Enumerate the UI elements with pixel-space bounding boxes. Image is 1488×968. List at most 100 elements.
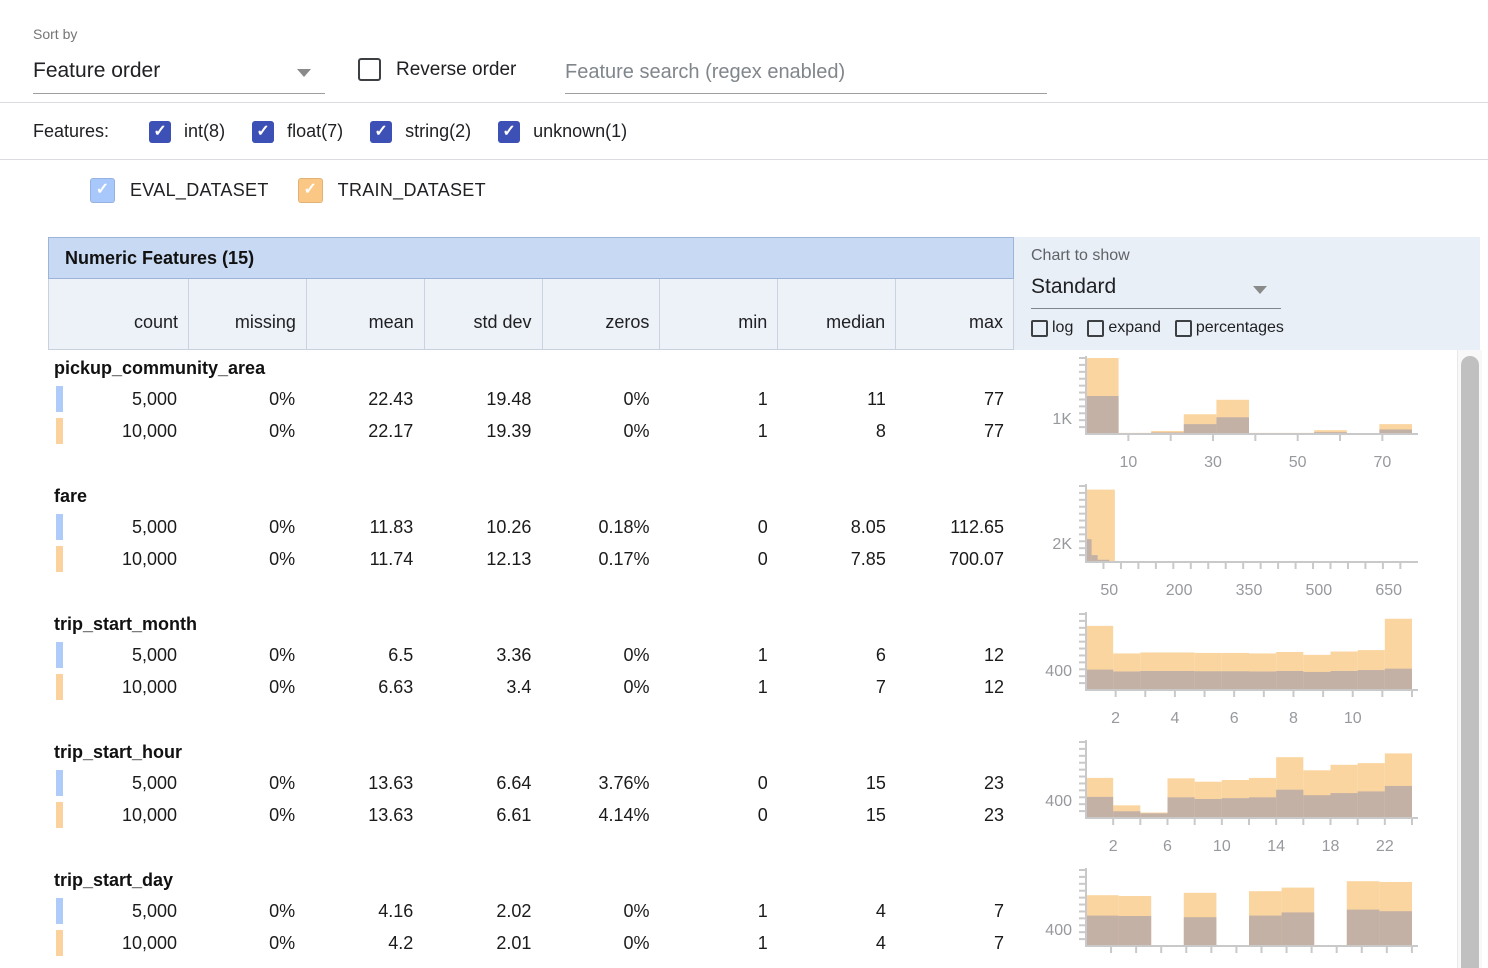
stat-value: 4.2 <box>305 927 423 959</box>
reverse-order-checkbox[interactable] <box>358 58 381 81</box>
numeric-features-table: Numeric Features (15) countmissingmeanst… <box>48 237 1014 968</box>
stat-value: 4.14% <box>541 799 659 831</box>
stat-value: 13.63 <box>305 799 423 831</box>
feature-type-label: string(2) <box>405 121 471 142</box>
stat-value: 2.02 <box>423 895 541 927</box>
stat-value: 0 <box>660 543 778 575</box>
histogram-trip_start_hour: 4002610141822 <box>1014 734 1457 862</box>
histogram-svg: 1K10305070 <box>1014 350 1457 476</box>
feature-type-checkbox[interactable]: ✓ <box>498 121 520 143</box>
feature-name: trip_start_month <box>54 611 1014 639</box>
table-row: 10,0000%6.633.40%1712 <box>48 671 1014 703</box>
stat-value: 0.18% <box>541 511 659 543</box>
feature-type-checkbox[interactable]: ✓ <box>252 121 274 143</box>
dataset-label: TRAIN_DATASET <box>338 180 486 201</box>
svg-text:6: 6 <box>1230 710 1239 727</box>
dataset-legend-item: ✓ EVAL_DATASET <box>90 178 269 203</box>
facets-overview-page: Sort by Feature order Reverse order Feat… <box>0 0 1488 968</box>
stat-value: 6.61 <box>423 799 541 831</box>
train-dataset-swatch <box>56 418 63 444</box>
stat-value: 0% <box>187 671 305 703</box>
stat-value: 112.65 <box>896 511 1014 543</box>
toolbar: Sort by Feature order Reverse order <box>0 0 1488 103</box>
expand-checkbox[interactable] <box>1087 320 1104 337</box>
svg-text:2K: 2K <box>1052 536 1072 553</box>
stat-value: 4.16 <box>305 895 423 927</box>
sort-by-value: Feature order <box>33 59 160 82</box>
stat-value: 7.85 <box>778 543 896 575</box>
stat-value: 3.76% <box>541 767 659 799</box>
table-row: 10,0000%4.22.010%147 <box>48 927 1014 959</box>
table-title: Numeric Features (15) <box>48 237 1014 279</box>
chart-toggle: percentages <box>1175 319 1284 337</box>
stat-value: 15 <box>778 799 896 831</box>
svg-text:4: 4 <box>1170 710 1179 727</box>
svg-text:2: 2 <box>1111 710 1120 727</box>
chart-type-select[interactable]: Standard <box>1031 271 1281 309</box>
feature-block: trip_start_hour5,0000%13.636.643.76%0152… <box>48 734 1014 862</box>
dataset-checkbox[interactable]: ✓ <box>90 178 115 203</box>
stat-value: 0% <box>187 767 305 799</box>
vertical-scrollbar-track[interactable] <box>1457 350 1482 968</box>
percentages-checkbox[interactable] <box>1175 320 1192 337</box>
stat-value: 7 <box>778 671 896 703</box>
table-row: 5,0000%4.162.020%147 <box>48 895 1014 927</box>
stat-value: 0% <box>187 511 305 543</box>
svg-text:350: 350 <box>1236 582 1263 599</box>
stat-value: 6.63 <box>305 671 423 703</box>
feature-name: pickup_community_area <box>54 355 1014 383</box>
dataset-label: EVAL_DATASET <box>130 180 269 201</box>
stat-value: 0% <box>541 383 659 415</box>
table-row: 10,0000%22.1719.390%1877 <box>48 415 1014 447</box>
stat-value: 23 <box>896 767 1014 799</box>
dataset-legend-item: ✓ TRAIN_DATASET <box>298 178 486 203</box>
table-row: 5,0000%22.4319.480%11177 <box>48 383 1014 415</box>
checkmark-icon: ✓ <box>153 124 166 140</box>
feature-type-checkbox[interactable]: ✓ <box>149 121 171 143</box>
histogram-fare: 2K50200350500650 <box>1014 478 1457 606</box>
svg-text:200: 200 <box>1166 582 1193 599</box>
eval-dataset-swatch <box>56 642 63 668</box>
toggle-label: expand <box>1108 319 1161 337</box>
histogram-column: 1K103050702K5020035050065040024681040026… <box>1014 350 1457 968</box>
histogram-trip_start_month: 400246810 <box>1014 606 1457 734</box>
stat-value: 0% <box>541 415 659 447</box>
feature-block: trip_start_month5,0000%6.53.360%161210,0… <box>48 606 1014 734</box>
chart-toggle: expand <box>1087 319 1161 337</box>
svg-text:22: 22 <box>1376 838 1394 855</box>
stat-value: 0 <box>660 767 778 799</box>
checkmark-icon: ✓ <box>374 124 387 140</box>
stat-value: 4 <box>778 895 896 927</box>
sort-by-select[interactable]: Feature order <box>33 54 325 94</box>
feature-block: fare5,0000%11.8310.260.18%08.05112.6510,… <box>48 478 1014 606</box>
train-dataset-swatch <box>56 546 63 572</box>
stat-value: 1 <box>660 671 778 703</box>
eval-dataset-swatch <box>56 770 63 796</box>
dataset-checkbox[interactable]: ✓ <box>298 178 323 203</box>
stat-value: 4 <box>778 927 896 959</box>
stat-value: 10,000 <box>48 671 187 703</box>
feature-search-input[interactable] <box>565 52 1047 94</box>
column-header: max <box>895 279 1013 349</box>
svg-text:400: 400 <box>1045 663 1072 680</box>
stat-value: 19.48 <box>423 383 541 415</box>
stat-value: 12.13 <box>423 543 541 575</box>
stat-value: 0 <box>660 511 778 543</box>
svg-text:50: 50 <box>1100 582 1118 599</box>
log-checkbox[interactable] <box>1031 320 1048 337</box>
table-column-headers: countmissingmeanstd devzerosminmedianmax <box>48 279 1014 350</box>
vertical-scrollbar-thumb[interactable] <box>1461 356 1479 968</box>
stat-value: 1 <box>660 415 778 447</box>
stat-value: 19.39 <box>423 415 541 447</box>
checkmark-icon: ✓ <box>96 182 109 198</box>
feature-type-checkbox[interactable]: ✓ <box>370 121 392 143</box>
stat-value: 8 <box>778 415 896 447</box>
stat-value: 0% <box>541 639 659 671</box>
dataset-legend: ✓ EVAL_DATASET ✓ TRAIN_DATASET <box>0 168 1488 212</box>
chevron-down-icon <box>297 69 311 77</box>
eval-dataset-swatch <box>56 514 63 540</box>
stat-value: 0% <box>187 799 305 831</box>
stat-value: 77 <box>896 383 1014 415</box>
svg-text:10: 10 <box>1119 454 1137 471</box>
stat-value: 6.5 <box>305 639 423 671</box>
